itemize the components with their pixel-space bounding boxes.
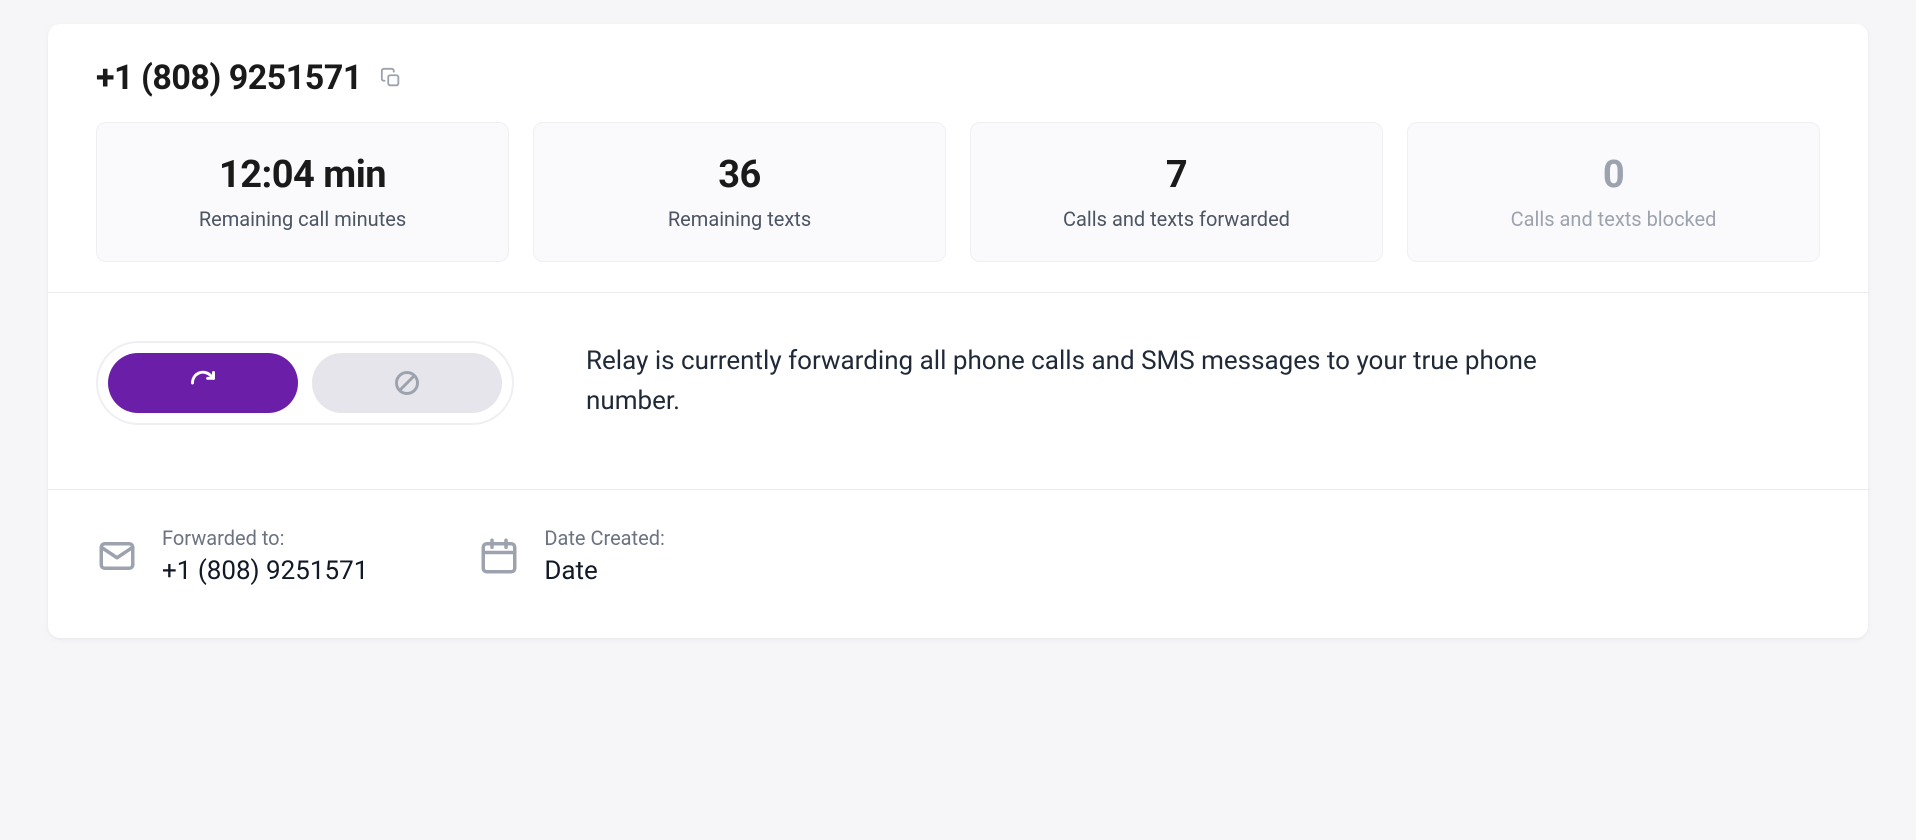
calendar-icon <box>478 535 520 577</box>
detail-date-created: Date Created: Date <box>478 526 664 586</box>
detail-text: Date Created: Date <box>544 526 664 586</box>
phone-relay-card: +1 (808) 9251571 12:04 min Remaining cal… <box>48 24 1868 638</box>
block-mode-button[interactable] <box>312 353 502 413</box>
detail-forwarded-to: Forwarded to: +1 (808) 9251571 <box>96 526 368 586</box>
forward-mode-button[interactable] <box>108 353 298 413</box>
stat-forwarded: 7 Calls and texts forwarded <box>970 122 1383 262</box>
stats-grid: 12:04 min Remaining call minutes 36 Rema… <box>48 122 1868 292</box>
stat-label: Remaining call minutes <box>199 207 406 231</box>
forwarding-toggle-section: Relay is currently forwarding all phone … <box>48 293 1868 489</box>
header: +1 (808) 9251571 <box>48 24 1868 122</box>
copy-icon[interactable] <box>380 67 402 89</box>
block-icon <box>393 369 421 397</box>
detail-value: Date <box>544 556 664 586</box>
forwarding-description: Relay is currently forwarding all phone … <box>586 341 1586 422</box>
forward-arrow-icon <box>189 369 217 397</box>
stat-value: 36 <box>718 153 761 197</box>
phone-number-title: +1 (808) 9251571 <box>96 58 362 98</box>
details-row: Forwarded to: +1 (808) 9251571 Date Crea… <box>48 490 1868 638</box>
detail-label: Forwarded to: <box>162 526 368 550</box>
stat-label: Remaining texts <box>668 207 811 231</box>
stat-label: Calls and texts blocked <box>1511 207 1717 231</box>
detail-value: +1 (808) 9251571 <box>162 556 368 586</box>
forwarding-toggle <box>96 341 514 425</box>
stat-remaining-texts: 36 Remaining texts <box>533 122 946 262</box>
stat-remaining-minutes: 12:04 min Remaining call minutes <box>96 122 509 262</box>
detail-text: Forwarded to: +1 (808) 9251571 <box>162 526 368 586</box>
stat-blocked: 0 Calls and texts blocked <box>1407 122 1820 262</box>
stat-value: 12:04 min <box>219 153 386 197</box>
stat-value: 7 <box>1166 153 1187 197</box>
mail-icon <box>96 535 138 577</box>
detail-label: Date Created: <box>544 526 664 550</box>
stat-label: Calls and texts forwarded <box>1063 207 1290 231</box>
stat-value: 0 <box>1603 153 1624 197</box>
